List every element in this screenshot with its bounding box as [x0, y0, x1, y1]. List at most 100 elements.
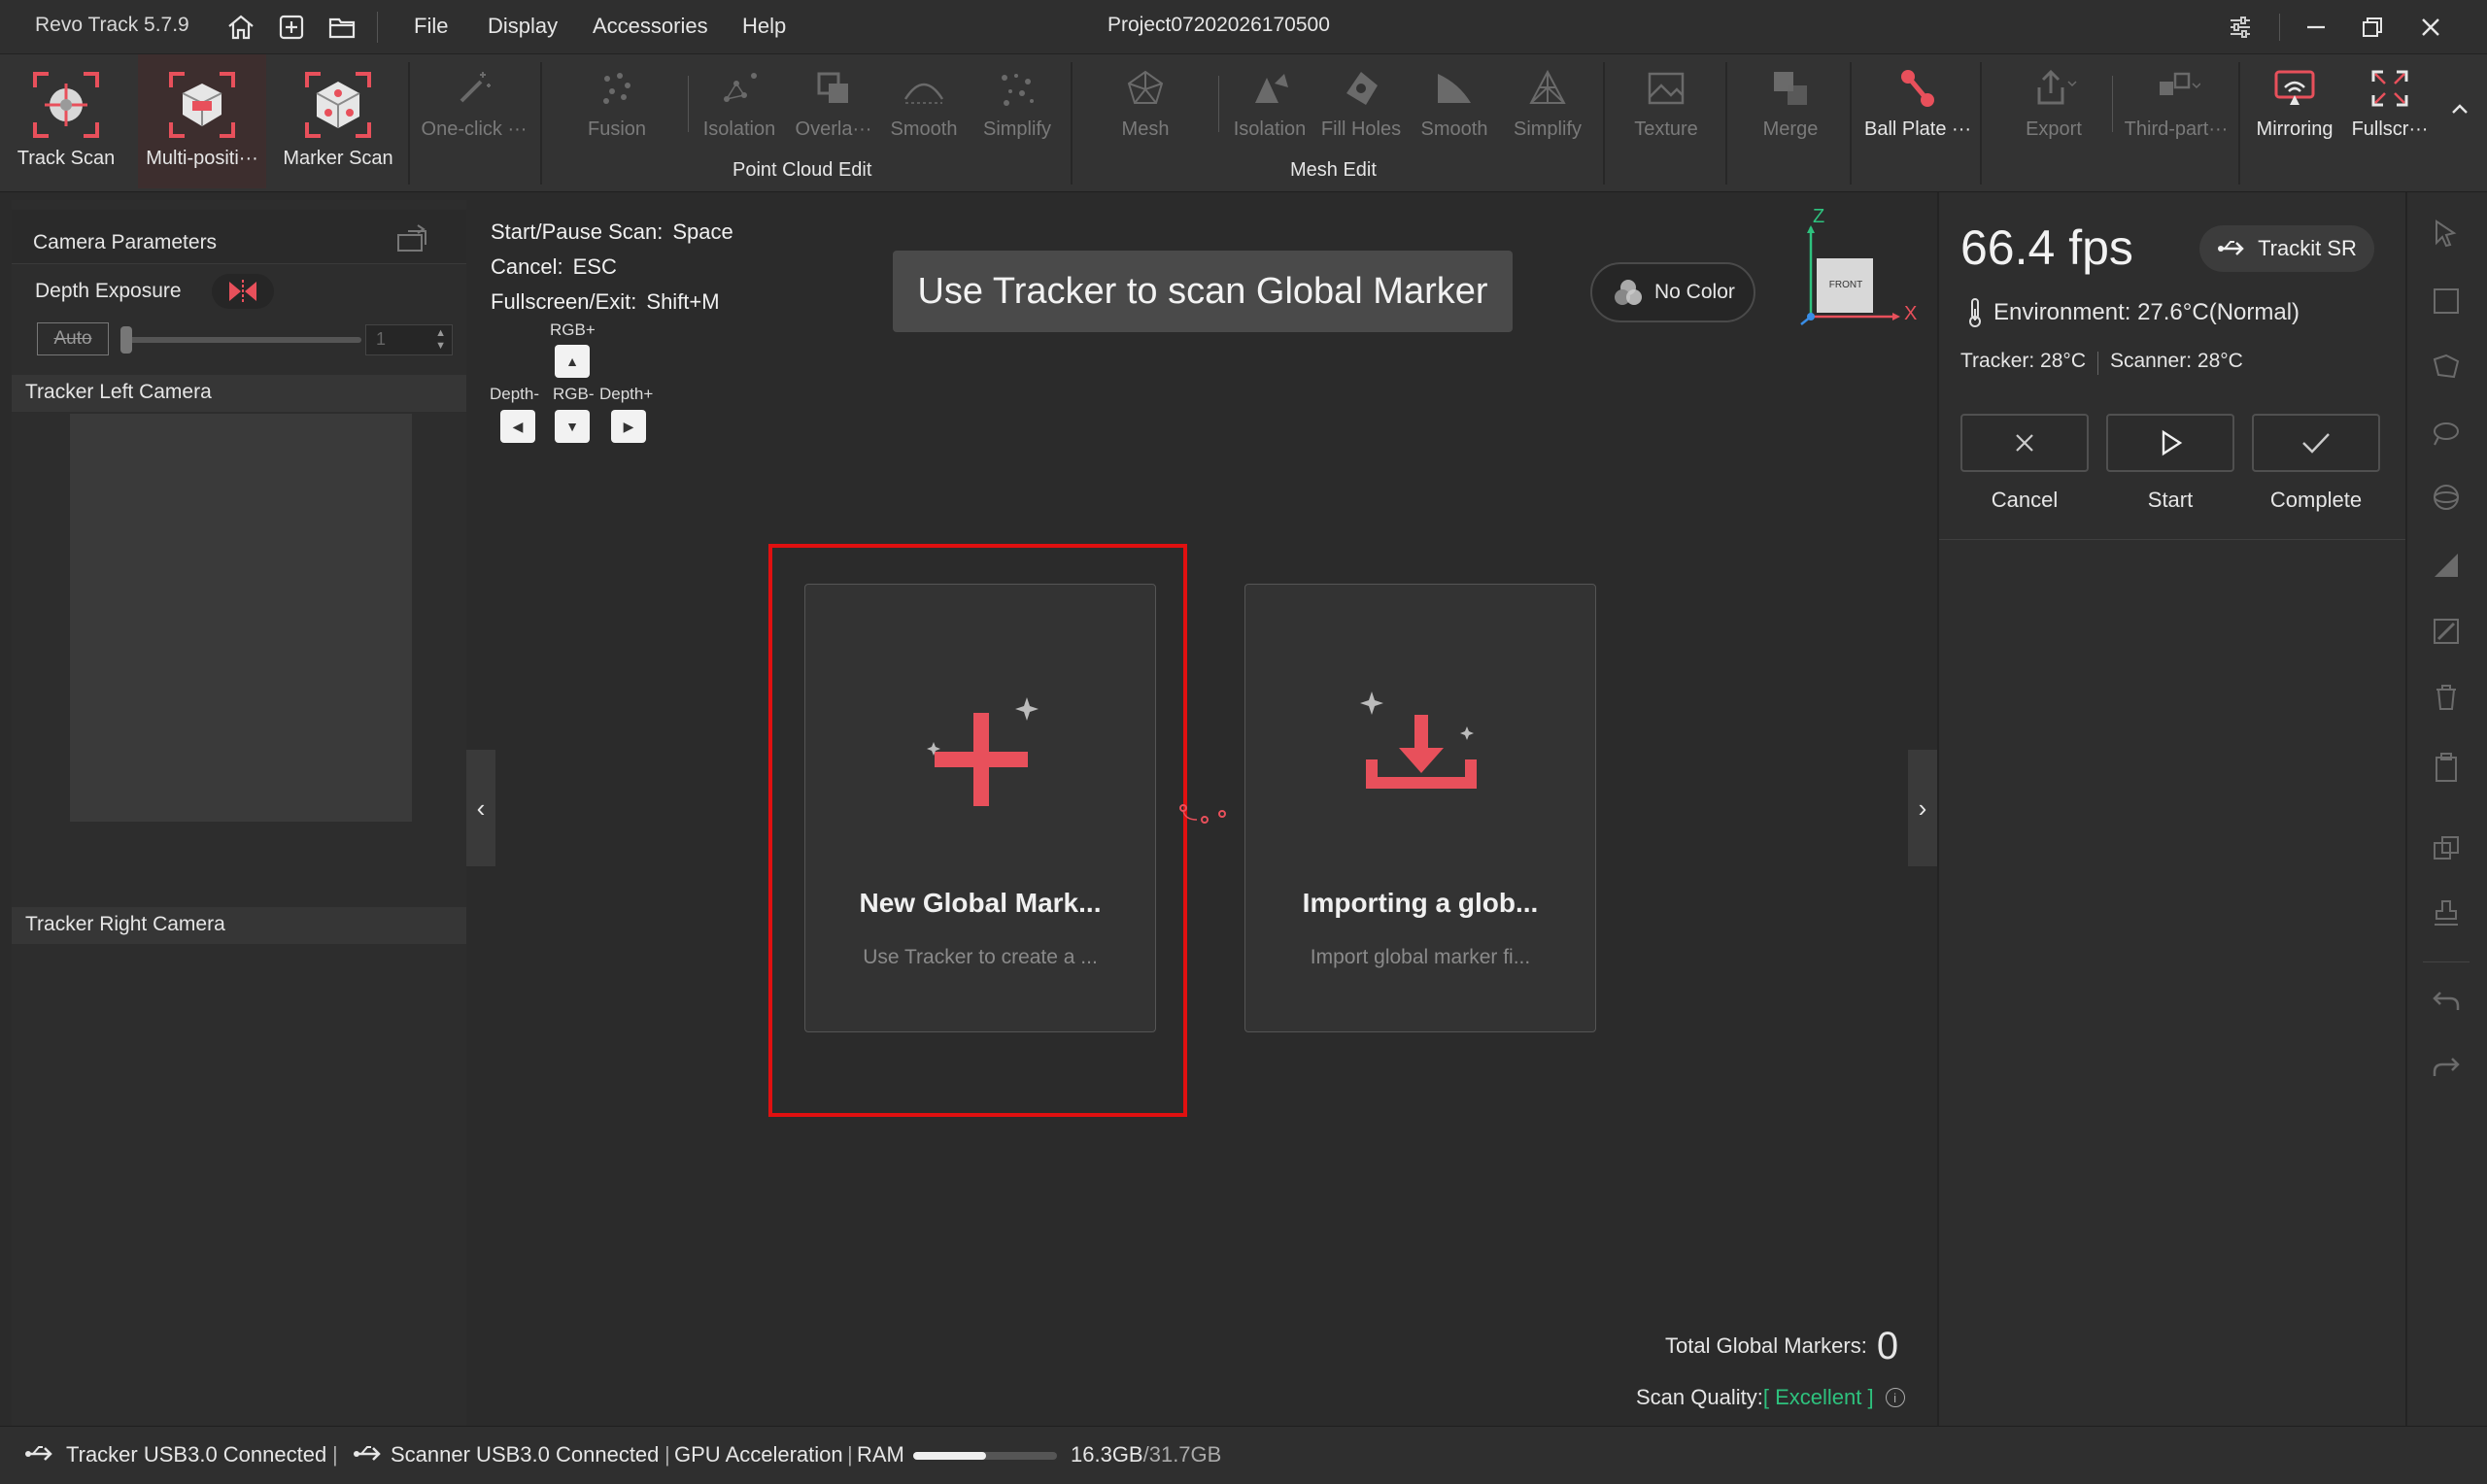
multi-position-button[interactable]: Multi-positi··· — [138, 54, 266, 188]
mesh-isolation-button[interactable]: Isolation — [1226, 64, 1313, 152]
mesh-isolation-icon — [1245, 64, 1294, 113]
clipboard-icon[interactable] — [2429, 750, 2464, 785]
mesh-group-label: Mesh Edit — [1290, 159, 1377, 181]
divider — [688, 76, 689, 132]
ram-usage-fill — [913, 1452, 987, 1460]
cancel-scan-button[interactable] — [1960, 414, 2089, 472]
marker-scan-icon — [299, 66, 377, 144]
fullscreen-label: Fullscr··· — [2351, 118, 2429, 140]
pc-smooth-button[interactable]: Smooth — [880, 64, 968, 152]
play-icon — [2162, 429, 2183, 456]
export-button[interactable]: Export — [2005, 64, 2102, 152]
tracker-right-camera-header: Tracker Right Camera — [12, 907, 466, 944]
axis-z-label: Z — [1813, 206, 1825, 227]
mirroring-label: Mirroring — [2256, 118, 2334, 140]
ram-usage-bar — [913, 1452, 1057, 1460]
tracker-left-camera-view — [70, 414, 412, 822]
axis-gizmo[interactable]: Z X FRONT — [1799, 206, 1922, 328]
color-mode-toggle[interactable]: No Color — [1590, 262, 1755, 322]
close-icon[interactable] — [2413, 10, 2448, 45]
thermometer-icon — [1969, 298, 1981, 327]
hotkey-value: Shift+M — [646, 289, 720, 314]
plane-cut-icon[interactable] — [2429, 548, 2464, 583]
collapse-toolbar-icon[interactable] — [2446, 95, 2473, 122]
collapse-left-panel-button[interactable]: ‹ — [466, 750, 495, 866]
mesh-smooth-button[interactable]: Smooth — [1411, 64, 1498, 152]
texture-button[interactable]: Texture — [1622, 64, 1710, 152]
undo-icon[interactable] — [2429, 983, 2464, 1018]
redo-icon[interactable] — [2429, 1049, 2464, 1084]
restore-icon[interactable] — [2355, 10, 2390, 45]
texture-label: Texture — [1634, 118, 1698, 140]
settings-sliders-icon[interactable] — [2223, 10, 2258, 45]
collapse-right-panel-button[interactable]: › — [1908, 750, 1937, 866]
arrow-up-key: ▲ — [555, 345, 590, 378]
scan-quality: Scan Quality: [ Excellent ] i — [1636, 1385, 1905, 1410]
info-icon[interactable]: i — [1885, 1388, 1905, 1407]
sphere-select-icon[interactable] — [2429, 480, 2464, 515]
duplicate-icon[interactable] — [2429, 831, 2464, 866]
third-party-button[interactable]: Third-part··· — [2120, 64, 2232, 152]
mirroring-button[interactable]: Mirroring — [2244, 64, 2345, 152]
environment-text: Environment: 27.6°C(Normal) — [1993, 299, 2300, 325]
select-cursor-icon[interactable] — [2429, 216, 2464, 251]
track-scan-label: Track Scan — [17, 148, 116, 169]
exposure-slider-handle[interactable] — [120, 326, 132, 354]
menu-accessories[interactable]: Accessories — [593, 14, 708, 39]
menu-display[interactable]: Display — [488, 14, 558, 39]
instruction-banner: Use Tracker to scan Global Marker — [893, 251, 1513, 332]
rect-select-icon[interactable] — [2429, 284, 2464, 319]
menu-help[interactable]: Help — [742, 14, 786, 39]
divider: | — [332, 1442, 338, 1467]
device-selector[interactable]: Trackit SR — [2199, 225, 2374, 272]
stepper-arrows-icon[interactable]: ▲ ▼ — [435, 327, 446, 353]
new-project-icon[interactable] — [276, 12, 307, 43]
fps-readout: 66.4 fps — [1960, 220, 2133, 275]
delete-icon[interactable] — [2429, 680, 2464, 715]
stamp-icon[interactable] — [2429, 895, 2464, 930]
rgb-minus-label: RGB- — [553, 385, 595, 403]
third-party-icon — [2152, 64, 2200, 113]
mesh-button[interactable]: Mesh — [1102, 64, 1189, 152]
start-scan-button[interactable] — [2106, 414, 2234, 472]
complete-scan-button[interactable] — [2252, 414, 2380, 472]
one-click-label: One-click ··· — [421, 118, 528, 140]
home-icon[interactable] — [225, 12, 256, 43]
open-folder-icon[interactable] — [326, 12, 358, 43]
ball-plate-button[interactable]: Ball Plate ··· — [1859, 64, 1976, 152]
export-icon — [2029, 64, 2078, 113]
title-bar: Revo Track 5.7.9 File Display Accessorie… — [0, 0, 2487, 54]
fullscreen-button[interactable]: Fullscr··· — [2343, 64, 2436, 152]
pc-simplify-button[interactable]: Simplify — [973, 64, 1061, 152]
brush-select-icon[interactable] — [2429, 416, 2464, 451]
project-title: Project07202026170500 — [1107, 14, 1330, 36]
texture-icon — [1642, 64, 1690, 113]
merge-button[interactable]: Merge — [1747, 64, 1834, 152]
depth-exposure-toggle[interactable] — [212, 274, 274, 309]
marker-scan-button[interactable]: Marker Scan — [274, 54, 402, 188]
exposure-slider-track[interactable] — [124, 337, 361, 343]
fullscreen-icon — [2366, 64, 2414, 113]
depth-minus-label: Depth- — [490, 385, 540, 403]
mesh-simplify-icon — [1523, 64, 1572, 113]
minimize-icon[interactable] — [2299, 10, 2334, 45]
auto-exposure-checkbox[interactable]: Auto — [37, 322, 109, 355]
menu-file[interactable]: File — [414, 14, 448, 39]
exposure-value-field[interactable]: 1 ▲ ▼ — [365, 324, 453, 355]
mesh-simplify-button[interactable]: Simplify — [1504, 64, 1591, 152]
pc-fusion-button[interactable]: Fusion — [573, 64, 661, 152]
import-global-marker-card[interactable]: Importing a glob... Import global marker… — [1244, 584, 1596, 1032]
fill-holes-button[interactable]: Fill Holes — [1317, 64, 1405, 152]
arrow-left-key: ◀ — [500, 410, 535, 443]
pc-overlap-button[interactable]: Overla··· — [785, 64, 882, 152]
track-scan-button[interactable]: Track Scan — [2, 54, 130, 188]
detach-panel-icon[interactable] — [394, 221, 429, 256]
lasso-select-icon[interactable] — [2429, 350, 2464, 385]
divider — [2112, 76, 2113, 132]
invert-select-icon[interactable] — [2429, 614, 2464, 649]
ram-used: 16.3GB — [1071, 1442, 1143, 1467]
import-global-marker-title: Importing a glob... — [1302, 888, 1539, 918]
pc-isolation-button[interactable]: Isolation — [696, 64, 783, 152]
total-markers: Total Global Markers: 0 — [1665, 1327, 1898, 1366]
one-click-button[interactable]: One-click ··· — [414, 64, 534, 152]
